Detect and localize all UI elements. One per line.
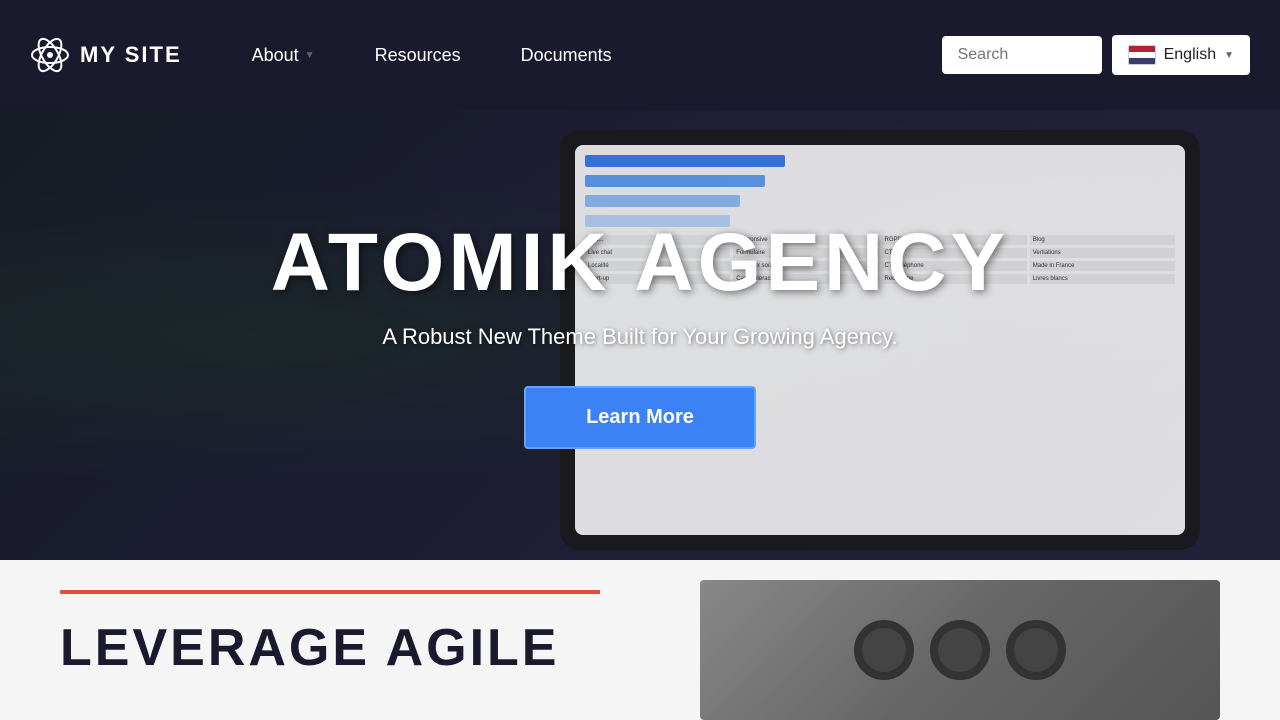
below-hero-section: LEVERAGE AGILE (0, 560, 1280, 720)
language-label: English (1164, 46, 1216, 64)
hero-title: ATOMIK AGENCY (0, 222, 1280, 304)
chevron-down-icon: ▼ (305, 50, 315, 61)
hero-content: ATOMIK AGENCY A Robust New Theme Built f… (0, 222, 1280, 449)
atom-icon (30, 35, 70, 75)
monitor-shape-3 (1006, 620, 1066, 680)
below-hero-left: LEVERAGE AGILE (60, 580, 660, 678)
chevron-down-icon: ▼ (1224, 50, 1234, 61)
search-input[interactable] (942, 36, 1102, 74)
site-logo-text: MY SITE (80, 42, 182, 68)
monitor-shape-2 (930, 620, 990, 680)
hero-section: Agit... Responsive RGPD Blog Live chat F… (0, 110, 1280, 560)
below-hero-image (700, 580, 1220, 720)
site-logo[interactable]: MY SITE (30, 35, 182, 75)
flag-icon (1128, 45, 1156, 65)
nav-resources[interactable]: Resources (345, 35, 491, 76)
nav-links: About ▼ Resources Documents (222, 35, 942, 76)
red-accent-line (60, 590, 600, 594)
learn-more-button[interactable]: Learn More (524, 386, 756, 449)
section-title: LEVERAGE AGILE (60, 618, 660, 678)
navbar: MY SITE About ▼ Resources Documents Engl… (0, 0, 1280, 110)
monitor-shape-1 (854, 620, 914, 680)
nav-right: English ▼ (942, 35, 1250, 75)
nav-about[interactable]: About ▼ (222, 35, 345, 76)
image-placeholder (700, 580, 1220, 720)
hero-subtitle: A Robust New Theme Built for Your Growin… (0, 324, 1280, 350)
language-selector[interactable]: English ▼ (1112, 35, 1250, 75)
nav-documents[interactable]: Documents (491, 35, 642, 76)
